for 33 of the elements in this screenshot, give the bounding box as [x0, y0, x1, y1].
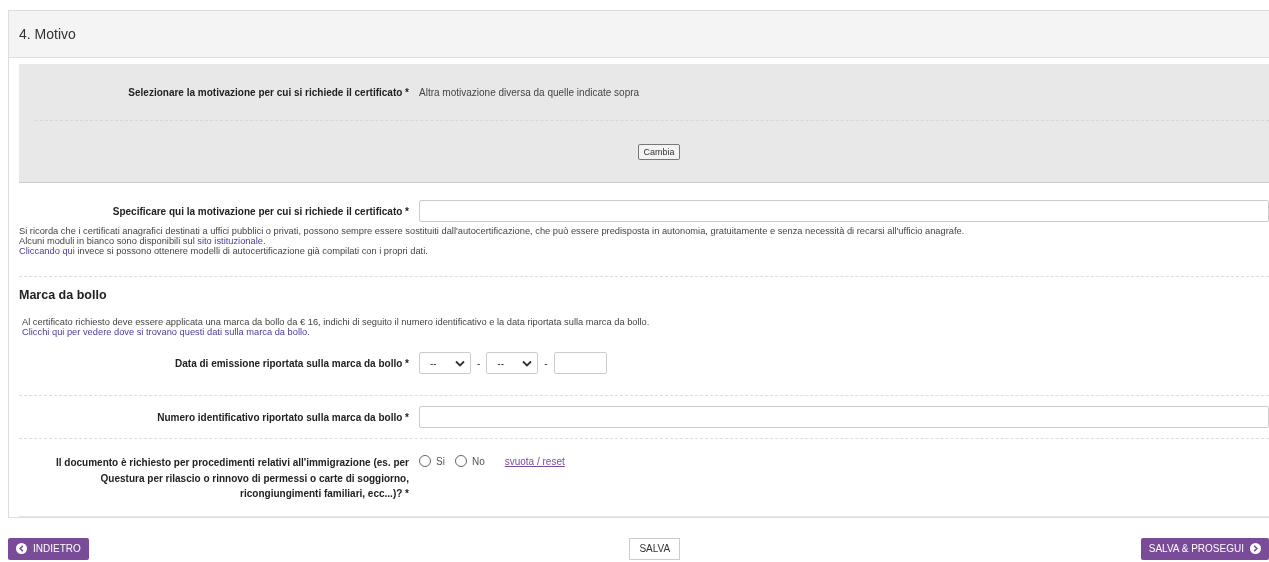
field-label: Data di emissione riportata sulla marca da bollo *	[174, 357, 409, 369]
separator: -	[477, 357, 481, 369]
month-select[interactable]: --	[486, 352, 539, 374]
link[interactable]: Clicchi qui per vedere dove si trovano questi dati sulla marca da bollo.	[22, 327, 310, 337]
arrow-left-icon	[16, 543, 27, 554]
link[interactable]: sito istituzionale	[197, 236, 263, 246]
day-select[interactable]: --	[419, 352, 471, 374]
save-continue-button[interactable]: SALVA & PROSEGUI	[1140, 537, 1269, 560]
year-input[interactable]	[553, 352, 607, 374]
back-button[interactable]: INDIETRO	[8, 537, 89, 560]
section-heading: Marca da bollo	[19, 288, 108, 302]
arrow-right-icon	[1250, 543, 1261, 554]
field-label: Specificare qui la motivazione per cui si richiede il certificato *	[111, 205, 409, 217]
input-field[interactable]	[419, 200, 1269, 222]
radio-option[interactable]: No	[454, 455, 485, 467]
change-button[interactable]: Cambia	[638, 143, 680, 160]
field-value: Altra motivazione diversa da quelle indicate sopra	[419, 86, 641, 98]
info-text: Al certificato richiesto deve essere applicata una marca da bollo da € 16, indichi di seguito il numero identificativo e la data riportata sulla marca da bollo.	[22, 317, 651, 327]
field-label: Selezionare la motivazione per cui si richiede il certificato *	[127, 86, 409, 98]
notice-text: Si ricorda che i certificati anagrafici destinati a uffici pubblici o privati, possono sempre essere sostituiti dall'autocertificazione, che può essere predisposta in autonomia, gratuitamente e senza necessità di recarsi all'ufficio anagrafe.	[19, 226, 966, 236]
chevron-down-icon	[522, 359, 533, 367]
field-label: Il documento è richiesto per procedimenti relativi all'immigrazione (es. per Questura per rilascio o rinnovo di permessi o carte di soggiorno, ricongiungimenti familiari, ecc...)? *	[54, 456, 409, 501]
notice-text: Cliccando qui invece si possono ottenere modelli di autocertificazione già compilati con i propri dati.	[19, 246, 429, 256]
chevron-down-icon	[455, 359, 465, 367]
separator: -	[544, 357, 548, 369]
field-label: Numero identificativo riportato sulla marca da bollo *	[156, 411, 409, 423]
link[interactable]: Cliccando qui	[19, 246, 75, 256]
notice-text: Alcuni moduli in bianco sono disponibili sul sito istituzionale.	[19, 236, 267, 246]
input-field[interactable]	[419, 406, 1269, 428]
save-button[interactable]: SALVA	[629, 537, 681, 560]
radio-option[interactable]: Si	[419, 455, 445, 467]
reset-link[interactable]: svuota / reset	[504, 455, 565, 467]
section-title: 4. Motivo	[19, 26, 76, 42]
